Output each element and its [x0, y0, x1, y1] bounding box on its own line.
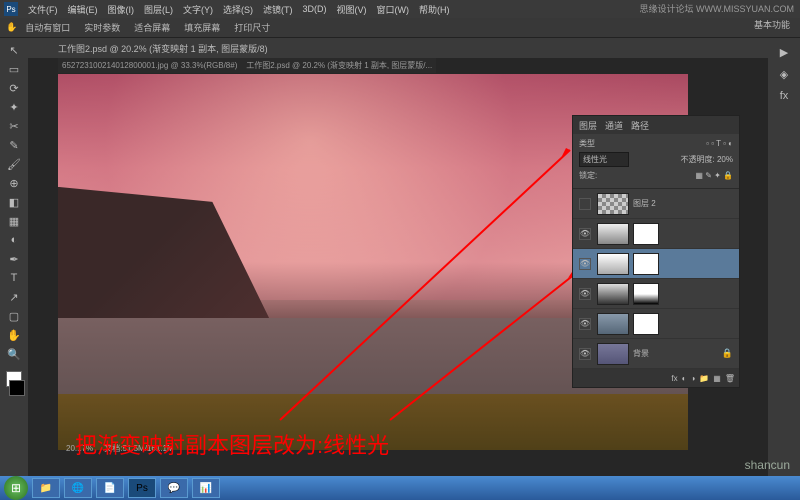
layer-name[interactable]: 图层 2	[633, 198, 733, 209]
opacity-value[interactable]: 20%	[717, 155, 733, 164]
layer-mask[interactable]	[633, 283, 659, 305]
layer-row[interactable]: 👁	[573, 279, 739, 309]
visibility-toggle[interactable]: 👁	[579, 348, 591, 360]
gradient-tool[interactable]: ▦	[6, 213, 22, 229]
layer-mask[interactable]	[633, 223, 659, 245]
opt-fit[interactable]: 适合屏幕	[134, 21, 170, 34]
adj-thumb[interactable]	[597, 283, 629, 305]
menu-layer[interactable]: 图层(L)	[144, 3, 173, 16]
zoom-tool[interactable]: 🔍	[6, 346, 22, 362]
opt-print[interactable]: 打印尺寸	[234, 21, 270, 34]
task-item[interactable]: 📄	[96, 478, 124, 498]
lasso-tool[interactable]: ⟳	[6, 80, 22, 96]
layer-row-active[interactable]: 👁	[573, 249, 739, 279]
pen-tool[interactable]: ✒	[6, 251, 22, 267]
brush-tool[interactable]: 🖌	[6, 156, 22, 172]
visibility-toggle[interactable]	[579, 198, 591, 210]
workspace-label: 基本功能	[754, 18, 790, 31]
shape-tool[interactable]: ▢	[6, 308, 22, 324]
visibility-toggle[interactable]: 👁	[579, 288, 591, 300]
menu-type[interactable]: 文字(Y)	[183, 3, 213, 16]
hand-tool[interactable]: ✋	[6, 327, 22, 343]
layer-row[interactable]: 👁	[573, 219, 739, 249]
opt-show[interactable]: 实时参数	[84, 21, 120, 34]
watermark-bottom: shancun	[745, 458, 790, 472]
layer-thumb[interactable]	[597, 193, 629, 215]
eyedropper-tool[interactable]: ✎	[6, 137, 22, 153]
task-item[interactable]: 🌐	[64, 478, 92, 498]
styles-icon[interactable]: fx	[776, 88, 792, 104]
color-panel-icon[interactable]: ▶	[776, 44, 792, 60]
adj-thumb[interactable]	[597, 223, 629, 245]
layers-panel: 图层 通道 路径 类型 ▫ ▫ T ▫ ◐ 线性光 不透明度: 20% 锁定: …	[572, 115, 740, 388]
eraser-tool[interactable]: ◧	[6, 194, 22, 210]
menu-edit[interactable]: 编辑(E)	[68, 3, 98, 16]
ps-logo: Ps	[4, 2, 18, 16]
right-dock: ▶ ◈ fx	[768, 38, 800, 480]
menu-help[interactable]: 帮助(H)	[419, 3, 450, 16]
task-item[interactable]: 📁	[32, 478, 60, 498]
layers-tab[interactable]: 图层	[579, 119, 597, 132]
channels-tab[interactable]: 通道	[605, 119, 623, 132]
bg-thumb[interactable]	[597, 343, 629, 365]
blend-mode-select[interactable]: 线性光	[579, 152, 629, 167]
delete-button[interactable]: 🗑	[725, 374, 735, 383]
opt-autoselect[interactable]: 自动有窗口	[25, 21, 70, 34]
blur-tool[interactable]: ◐	[6, 232, 22, 248]
lock-icon: 🔒	[722, 348, 733, 359]
crop-tool[interactable]: ✂	[6, 118, 22, 134]
new-layer-button[interactable]: ▦	[713, 374, 721, 383]
bg-color[interactable]	[9, 380, 25, 396]
kind-label: 类型	[579, 138, 595, 149]
visibility-toggle[interactable]: 👁	[579, 318, 591, 330]
tab-sub2[interactable]: 工作图2.psd @ 20.2% (渐变映射 1 副本, 图层蒙版/...	[246, 61, 432, 70]
layer-name[interactable]: 背景	[633, 348, 722, 359]
layers-list: 图层 2 👁 👁 👁 👁 👁 背景 🔒	[573, 189, 739, 369]
opacity-label: 不透明度:	[681, 155, 715, 164]
menu-image[interactable]: 图像(I)	[108, 3, 135, 16]
layer-row[interactable]: 图层 2	[573, 189, 739, 219]
menu-filter[interactable]: 滤镜(T)	[263, 3, 293, 16]
visibility-toggle[interactable]: 👁	[579, 258, 591, 270]
type-tool[interactable]: T	[6, 270, 22, 286]
move-tool[interactable]: ↖	[6, 42, 22, 58]
menu-select[interactable]: 选择(S)	[223, 3, 253, 16]
menu-window[interactable]: 窗口(W)	[377, 3, 410, 16]
start-button[interactable]: ⊞	[4, 476, 28, 500]
visibility-toggle[interactable]: 👁	[579, 228, 591, 240]
annotation-text: 把渐变映射副本图层改为:线性光	[75, 428, 389, 460]
opt-fill[interactable]: 填充屏幕	[184, 21, 220, 34]
menu-view[interactable]: 视图(V)	[337, 3, 367, 16]
group-button[interactable]: 📁	[699, 374, 709, 383]
mask-button[interactable]: ◐	[682, 374, 687, 383]
adj-thumb[interactable]	[597, 253, 629, 275]
layer-mask[interactable]	[633, 253, 659, 275]
adj-button[interactable]: ◑	[690, 374, 695, 383]
layer-row[interactable]: 👁 背景 🔒	[573, 339, 739, 369]
tab-sub1[interactable]: 652723100214012800001.jpg @ 33.3%(RGB/8#…	[62, 61, 237, 70]
path-tool[interactable]: ↗	[6, 289, 22, 305]
fx-button[interactable]: fx	[671, 374, 677, 383]
hand-tool-icon[interactable]: ✋	[6, 22, 17, 33]
task-item[interactable]: 📊	[192, 478, 220, 498]
watermark-top: 思缘设计论坛 WWW.MISSYUAN.COM	[640, 2, 795, 15]
menu-file[interactable]: 文件(F)	[28, 3, 58, 16]
options-bar: ✋ 自动有窗口 实时参数 适合屏幕 填充屏幕 打印尺寸	[0, 18, 800, 38]
document-tabs: 工作图2.psd @ 20.2% (渐变映射 1 副本, 图层蒙版/8)	[28, 38, 768, 58]
wand-tool[interactable]: ✦	[6, 99, 22, 115]
taskbar: ⊞ 📁 🌐 📄 Ps 💬 📊	[0, 476, 800, 500]
layer-mask[interactable]	[633, 313, 659, 335]
task-item[interactable]: 💬	[160, 478, 188, 498]
layer-row[interactable]: 👁	[573, 309, 739, 339]
tab-main[interactable]: 工作图2.psd @ 20.2% (渐变映射 1 副本, 图层蒙版/8)	[58, 42, 268, 55]
adj-thumb[interactable]	[597, 313, 629, 335]
task-item-ps[interactable]: Ps	[128, 478, 156, 498]
toolbox: ↖ ▭ ⟳ ✦ ✂ ✎ 🖌 ⊕ ◧ ▦ ◐ ✒ T ↗ ▢ ✋ 🔍	[0, 38, 28, 480]
swatches-icon[interactable]: ◈	[776, 66, 792, 82]
marquee-tool[interactable]: ▭	[6, 61, 22, 77]
clone-tool[interactable]: ⊕	[6, 175, 22, 191]
lock-label: 锁定:	[579, 170, 597, 181]
paths-tab[interactable]: 路径	[631, 119, 649, 132]
menu-3d[interactable]: 3D(D)	[303, 4, 327, 14]
